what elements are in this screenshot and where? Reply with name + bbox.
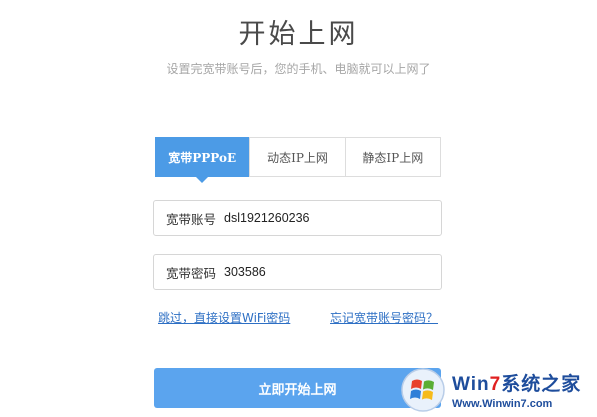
tab-static-ip[interactable]: 静态IP上网 [344, 138, 440, 176]
skip-to-wifi-link[interactable]: 跳过，直接设置WiFi密码 [158, 309, 290, 326]
forgot-account-link[interactable]: 忘记宽带账号密码？ [330, 309, 438, 326]
watermark-brand: Win7系统之家 [452, 374, 582, 395]
watermark: Win7系统之家 Www.Winwin7.com [400, 362, 597, 417]
password-field[interactable]: 宽带密码 [153, 254, 442, 290]
account-label: 宽带账号 [166, 211, 217, 227]
account-input[interactable] [224, 211, 405, 225]
password-label: 宽带密码 [166, 265, 217, 281]
tab-dynamic-ip[interactable]: 动态IP上网 [249, 138, 344, 176]
start-internet-button[interactable]: 立即开始上网 [154, 368, 441, 408]
page-subtitle: 设置完宽带账号后，您的手机、电脑就可以上网了 [166, 62, 431, 76]
page-title: 开始上网 [238, 19, 359, 50]
tab-pppoe[interactable]: 宽带PPPoE [155, 137, 250, 183]
windows-logo-icon [401, 367, 445, 412]
connection-type-tabs: 宽带PPPoE 动态IP上网 静态IP上网 [155, 137, 441, 183]
account-field[interactable]: 宽带账号 [153, 200, 442, 236]
watermark-url: Www.Winwin7.com [452, 398, 553, 410]
password-input[interactable] [224, 265, 405, 279]
